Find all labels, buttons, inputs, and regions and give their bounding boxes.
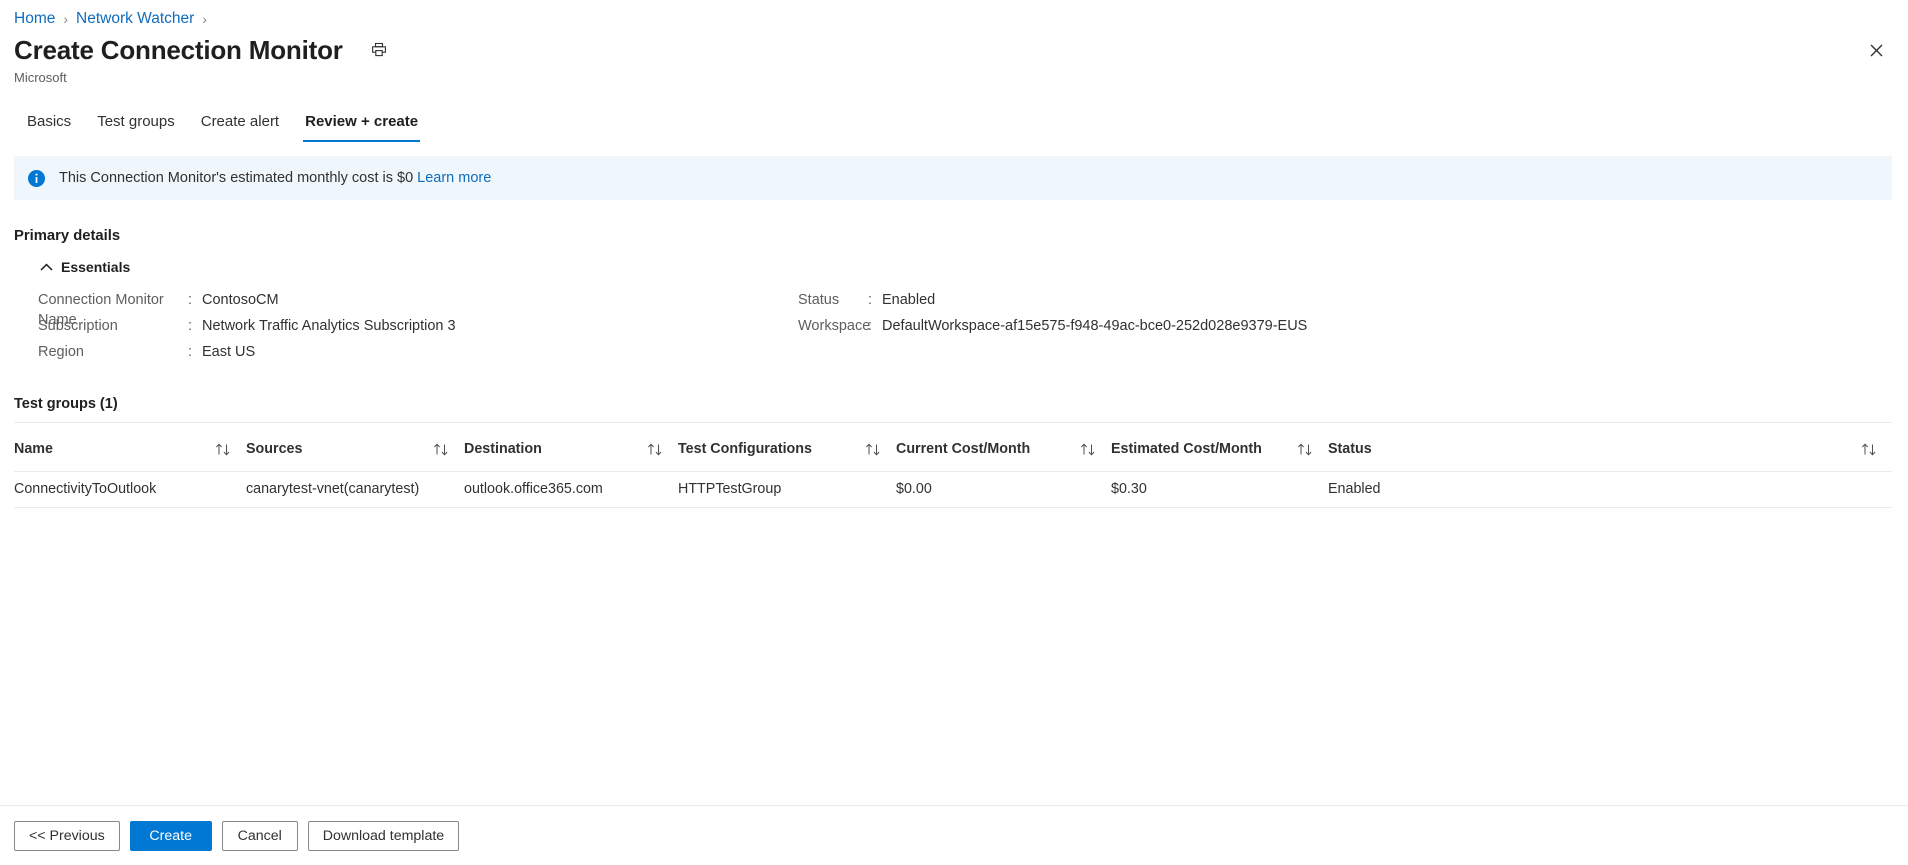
test-groups-heading: Test groups (1) [14, 396, 118, 412]
table-row[interactable]: ConnectivityToOutlook canarytest-vnet(ca… [14, 471, 1892, 508]
table-body: ConnectivityToOutlook canarytest-vnet(ca… [14, 471, 1892, 508]
essentials-value: East US [202, 344, 256, 360]
create-button[interactable]: Create [129, 820, 212, 851]
download-template-button[interactable]: Download template [307, 820, 460, 851]
column-header-label: Status [1328, 441, 1372, 457]
column-header-sources[interactable]: Sources [246, 423, 464, 472]
breadcrumb-item-home[interactable]: Home [14, 9, 55, 29]
chevron-up-icon [40, 263, 53, 271]
essentials-row-region: Region : East US [38, 342, 798, 368]
column-header-label: Estimated Cost/Month [1111, 441, 1262, 457]
test-groups-table: Name Sources Destination Test Configurat… [14, 423, 1892, 508]
column-header-estimated-cost[interactable]: Estimated Cost/Month [1111, 423, 1328, 472]
essentials-toggle[interactable]: Essentials [40, 258, 160, 276]
title-row: Create Connection Monitor [0, 30, 1908, 66]
sort-updown-icon[interactable] [647, 442, 664, 456]
cell-current-cost: $0.00 [896, 471, 1111, 508]
close-icon[interactable] [1860, 34, 1892, 66]
column-header-label: Current Cost/Month [896, 441, 1031, 457]
close-icon-glyph [1870, 44, 1882, 56]
column-header-label: Destination [464, 441, 542, 457]
sort-updown-icon[interactable] [1080, 442, 1097, 456]
cell-test-configurations: HTTPTestGroup [678, 471, 896, 508]
sort-updown-icon[interactable] [1861, 442, 1878, 456]
tab-test-groups[interactable]: Test groups [84, 106, 188, 142]
column-header-current-cost[interactable]: Current Cost/Month [896, 423, 1111, 472]
column-header-label: Sources [246, 441, 303, 457]
column-header-label: Name [14, 441, 53, 457]
column-header-label: Test Configurations [678, 441, 812, 457]
essentials-key: Region [38, 344, 84, 360]
primary-details-heading: Primary details [14, 228, 121, 244]
essentials-row-subscription: Subscription : Network Traffic Analytics… [38, 316, 798, 342]
info-icon [28, 169, 45, 187]
essentials-colon: : [868, 292, 873, 308]
sort-updown-icon[interactable] [215, 442, 232, 456]
cost-banner-text: This Connection Monitor's estimated mont… [59, 170, 414, 186]
cancel-button[interactable]: Cancel [221, 820, 298, 851]
printer-icon-glyph [371, 42, 386, 56]
essentials-value: Enabled [882, 292, 936, 308]
essentials-row-status: Status : Enabled [798, 290, 1698, 316]
breadcrumb-separator-icon: › [63, 11, 69, 27]
essentials-key: Status [798, 292, 840, 308]
tab-create-alert[interactable]: Create alert [188, 106, 292, 142]
sort-updown-icon[interactable] [865, 442, 882, 456]
essentials-key: Workspace [798, 318, 871, 334]
review-content: Primary details Essentials Connection Mo… [0, 200, 1908, 805]
essentials-row-workspace: Workspace : DefaultWorkspace-af15e575-f9… [798, 316, 1698, 342]
create-connection-monitor-blade: Home › Network Watcher › Create Connecti… [0, 0, 1908, 865]
column-header-test-configurations[interactable]: Test Configurations [678, 423, 896, 472]
essentials-left-column: Connection Monitor Name : ContosoCM Subs… [38, 290, 798, 368]
essentials-value: Network Traffic Analytics Subscription 3 [202, 318, 456, 334]
essentials-colon: : [868, 318, 873, 334]
essentials-row-connection-monitor-name: Connection Monitor Name : ContosoCM [38, 290, 798, 328]
essentials-colon: : [188, 292, 193, 308]
wizard-footer: << Previous Create Cancel Download templ… [0, 805, 1908, 865]
breadcrumb: Home › Network Watcher › [0, 0, 1908, 30]
page-title: Create Connection Monitor [14, 34, 343, 65]
breadcrumb-item-network-watcher[interactable]: Network Watcher [76, 9, 194, 29]
learn-more-link[interactable]: Learn more [417, 170, 491, 186]
essentials-value: DefaultWorkspace-af15e575-f948-49ac-bce0… [882, 318, 1308, 334]
printer-icon[interactable] [365, 36, 393, 64]
essentials-label: Essentials [61, 259, 131, 275]
cell-destination: outlook.office365.com [464, 471, 678, 508]
breadcrumb-separator-icon-2: › [202, 11, 207, 27]
essentials-colon: : [188, 344, 193, 360]
table-header-row: Name Sources Destination Test Configurat… [14, 423, 1892, 472]
essentials-key: Subscription [38, 318, 118, 334]
wizard-tabs: Basics Test groups Create alert Review +… [0, 104, 1908, 142]
cell-status: Enabled [1328, 471, 1892, 508]
sort-updown-icon[interactable] [433, 442, 450, 456]
essentials-value: ContosoCM [202, 292, 279, 308]
sort-updown-icon[interactable] [1297, 442, 1314, 456]
cost-info-banner: This Connection Monitor's estimated mont… [14, 156, 1892, 200]
tab-basics[interactable]: Basics [14, 106, 84, 142]
tab-review-create[interactable]: Review + create [292, 106, 431, 142]
cell-estimated-cost: $0.30 [1111, 471, 1328, 508]
essentials-right-column: Status : Enabled Workspace : DefaultWork… [798, 290, 1698, 368]
essentials-colon: : [188, 318, 193, 334]
publisher-label: Microsoft [14, 70, 67, 85]
essentials-grid: Connection Monitor Name : ContosoCM Subs… [0, 290, 1908, 368]
column-header-status[interactable]: Status [1328, 423, 1892, 472]
column-header-name[interactable]: Name [14, 423, 246, 472]
column-header-destination[interactable]: Destination [464, 423, 678, 472]
previous-button[interactable]: << Previous [14, 820, 120, 851]
table-header: Name Sources Destination Test Configurat… [14, 423, 1892, 472]
cell-sources: canarytest-vnet(canarytest) [246, 471, 464, 508]
cell-name: ConnectivityToOutlook [14, 471, 246, 508]
